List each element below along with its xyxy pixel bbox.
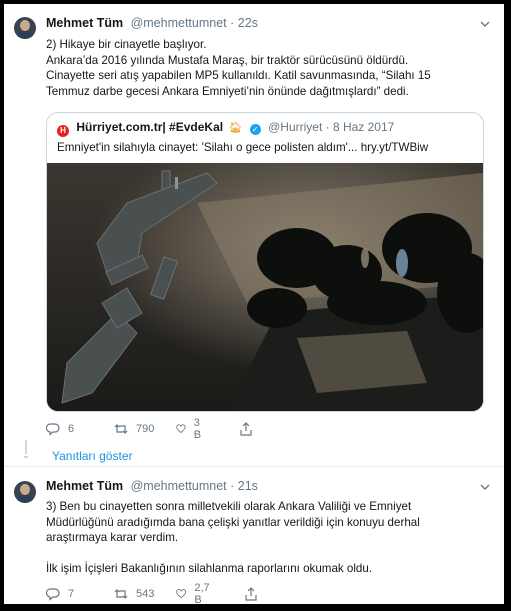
avatar[interactable] (14, 481, 36, 503)
tweet-text: 2) Hikaye bir cinayetle başlıyor. Ankara… (46, 37, 476, 99)
reply-count: 6 (68, 423, 75, 435)
tweet-text-line: İlk işim İçişleri Bakanlığının silahlanm… (46, 561, 373, 575)
reply-icon (46, 588, 60, 601)
reply-count: 7 (68, 588, 75, 600)
retweet-button[interactable]: 790 (114, 420, 154, 438)
reply-button[interactable]: 6 (46, 420, 74, 438)
like-icon (176, 424, 186, 434)
retweet-icon (114, 424, 128, 434)
rifle-night-scene-image (47, 163, 483, 411)
avatar[interactable] (14, 17, 36, 39)
handle[interactable]: @mehmettumnet (131, 479, 227, 493)
tweet-text-line: Temmuz darbe gecesi Ankara Emniyeti’nin … (46, 84, 409, 98)
handle[interactable]: @mehmettumnet (131, 16, 227, 30)
quoted-display-name: Hürriyet.com.tr| #EvdeKal (76, 120, 224, 134)
share-icon (245, 587, 257, 601)
timestamp[interactable]: 22s (238, 16, 258, 30)
quoted-tweet-card[interactable]: H Hürriyet.com.tr| #EvdeKal 🏠︎ ✓ @Hurriy… (46, 112, 484, 412)
tweet-header: Mehmet Tüm @mehmettumnet · 21s (46, 479, 258, 493)
like-count: 2,7 B (194, 582, 210, 604)
chevron-down-icon[interactable] (480, 482, 490, 492)
like-count: 3 B (193, 417, 202, 441)
retweet-count: 543 (136, 588, 155, 600)
quoted-tweet-image[interactable] (47, 163, 483, 411)
chevron-down-icon[interactable] (480, 19, 490, 29)
share-icon (240, 422, 252, 436)
tweet[interactable]: Mehmet Tüm @mehmettumnet · 22s 2) Hikaye… (4, 4, 504, 441)
reply-icon (46, 423, 60, 436)
timeline-frame: Mehmet Tüm @mehmettumnet · 22s 2) Hikaye… (4, 4, 504, 604)
verified-icon: ✓ (249, 124, 261, 135)
share-button[interactable] (239, 420, 261, 438)
tweet[interactable]: Mehmet Tüm @mehmettumnet · 21s 3) Ben bu… (4, 466, 504, 604)
timestamp[interactable]: 21s (238, 479, 258, 493)
retweet-button[interactable]: 543 (114, 585, 154, 603)
quoted-handle: @Hurriyet (268, 120, 323, 134)
retweet-count: 790 (136, 423, 155, 435)
quoted-tweet-text: Emniyet'in silahıyla cinayet: 'Silahı o … (57, 141, 429, 154)
house-icon: 🏠︎ (228, 122, 243, 134)
tweet-text-line: 3) Ben bu cinayetten sonra milletvekili … (46, 500, 412, 513)
hurriyet-logo: H (57, 125, 69, 137)
tweet-text-line: 2) Hikaye bir cinayetle başlıyor. (46, 38, 207, 51)
share-button[interactable] (244, 585, 266, 603)
tweet-text-line: araştırmaya karar verdim. (46, 531, 179, 544)
thread-dots (24, 456, 28, 458)
like-icon (176, 589, 187, 599)
retweet-icon (114, 589, 128, 599)
show-replies-link[interactable]: Yanıtları göster (52, 449, 132, 463)
show-replies-row[interactable]: Yanıtları göster (4, 440, 504, 466)
display-name[interactable]: Mehmet Tüm (46, 479, 123, 493)
quoted-date: · 8 Haz 2017 (325, 120, 395, 134)
reply-button[interactable]: 7 (46, 585, 74, 603)
tweet-text-line: Müdürlüğünü aradığımda bana çelişki yanı… (46, 515, 420, 529)
tweet-text-line: Cinayette seri atış yapabilen MP5 kullan… (46, 69, 431, 82)
display-name[interactable]: Mehmet Tüm (46, 16, 123, 30)
quoted-tweet-header: H Hürriyet.com.tr| #EvdeKal 🏠︎ ✓ @Hurriy… (57, 120, 394, 137)
tweet-text-line: Ankara’da 2016 yılında Mustafa Maraş, bi… (46, 53, 409, 67)
thread-line (25, 440, 27, 454)
like-button[interactable]: 2,7 B (176, 582, 213, 604)
like-button[interactable]: 3 B (176, 417, 205, 441)
tweet-header: Mehmet Tüm @mehmettumnet · 22s (46, 16, 258, 30)
tweet-text: 3) Ben bu cinayetten sonra milletvekili … (46, 499, 476, 576)
